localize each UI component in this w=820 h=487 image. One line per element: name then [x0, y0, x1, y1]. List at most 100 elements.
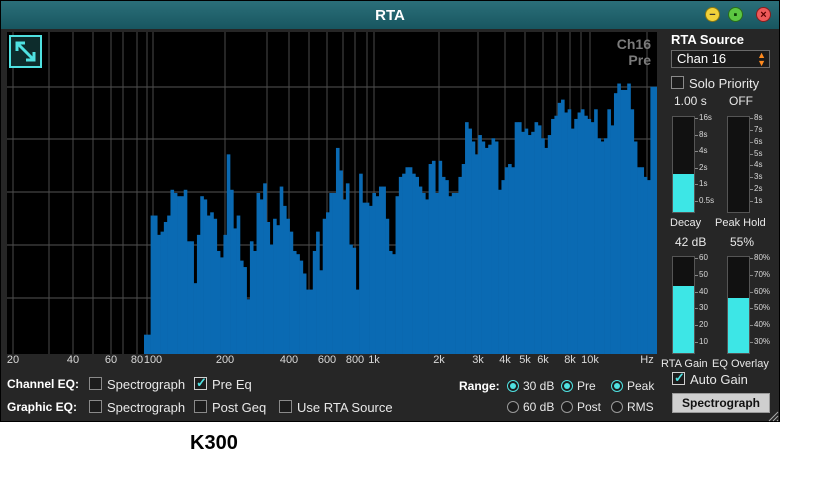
spectrum-bar: [239, 260, 244, 354]
spectrum-bar: [226, 154, 231, 354]
frequency-tick-label: 2k: [433, 354, 445, 366]
range-60db-radio[interactable]: [507, 401, 519, 413]
spectrum-bar: [206, 215, 211, 354]
spectrum-bar: [355, 289, 360, 354]
window-title: RTA: [375, 7, 405, 24]
spectrum-bar: [647, 180, 651, 354]
minimize-button[interactable]: −: [705, 7, 720, 22]
frequency-tick-label: 3k: [472, 354, 484, 366]
eq-overlay-meter-fill: [728, 298, 749, 353]
resize-grip-icon[interactable]: [767, 410, 779, 422]
channel-spectrograph-label: Spectrograph: [107, 377, 186, 392]
pre-eq-label: Pre Eq: [212, 377, 252, 392]
rta-source-label: RTA Source: [671, 32, 744, 47]
restore-button[interactable]: ▪: [728, 7, 743, 22]
spectrum-bar: [345, 183, 350, 354]
range-60db-label: 60 dB: [523, 400, 555, 414]
spectrum-bar: [266, 221, 271, 354]
spectrum-bar: [412, 173, 416, 354]
meter-tick-label: 70%: [754, 269, 771, 279]
spectrum-bar: [514, 122, 519, 354]
meter-tick-mark: [750, 342, 753, 343]
peak-hold-meter[interactable]: [727, 116, 750, 213]
meter-tick-label: 0.5s: [699, 196, 715, 205]
rms-radio[interactable]: [611, 401, 623, 413]
frequency-tick-label: 1k: [368, 354, 380, 366]
meter-tick-mark: [695, 134, 698, 136]
spectrum-bar: [279, 186, 284, 354]
spectrum-bar: [448, 196, 453, 354]
meter-tick-label: 50%: [754, 303, 771, 313]
use-rta-source-checkbox[interactable]: [279, 400, 292, 413]
meter-tick-label: 2s: [754, 184, 763, 194]
meter-tick-label: 8s: [754, 113, 763, 122]
spectrum-bar: [286, 218, 290, 354]
rms-label: RMS: [627, 400, 654, 414]
meter-tick-label: 20: [699, 320, 708, 330]
meter-tick-label: 30%: [754, 337, 771, 346]
spectrum-bar: [577, 112, 582, 354]
frequency-tick-label: 40: [66, 354, 80, 366]
post-radio[interactable]: [561, 401, 573, 413]
expand-icon: [15, 41, 36, 62]
peak-radio[interactable]: [611, 380, 623, 392]
pre-radio[interactable]: [561, 380, 573, 392]
frequency-tick-label: 400: [279, 354, 299, 366]
solo-priority-checkbox[interactable]: [671, 76, 684, 89]
rta-gain-meter[interactable]: [672, 256, 695, 354]
meter-tick-mark: [695, 151, 698, 153]
spectrum-bar: [474, 154, 479, 354]
geq-spectrograph-checkbox[interactable]: [89, 400, 102, 413]
spectrum-bar: [544, 147, 549, 354]
rta-spectrum-plot[interactable]: Ch16 Pre: [7, 32, 657, 354]
title-bar[interactable]: RTA − ▪ ×: [1, 1, 779, 29]
spectrum-bar: [216, 250, 221, 354]
channel-spectrograph-checkbox[interactable]: [89, 377, 102, 390]
spectrograph-button[interactable]: Spectrograph: [672, 393, 770, 413]
spectrum-bar: [584, 115, 588, 354]
expand-button[interactable]: [9, 35, 42, 68]
spectrum-bar: [292, 250, 297, 354]
spectrum-bar: [511, 167, 515, 354]
frequency-tick-label: 100: [143, 354, 163, 366]
meter-tick-label: 40%: [754, 320, 771, 330]
spectrum-bar: [488, 144, 492, 354]
decay-meter[interactable]: [672, 116, 695, 213]
checkmark-icon: ✓: [674, 370, 685, 385]
auto-gain-label: Auto Gain: [690, 372, 748, 387]
spectrum-bar: [369, 205, 373, 354]
spectrum-bar: [249, 241, 254, 354]
close-button[interactable]: ×: [756, 7, 771, 22]
rta-source-value: Chan 16: [677, 51, 727, 66]
spectrum-bar: [445, 180, 449, 354]
rta-gain-meter-fill: [673, 285, 694, 353]
meter-tick-mark: [750, 325, 753, 327]
peak-hold-label: Peak Hold: [715, 217, 766, 229]
auto-gain-checkbox[interactable]: ✓: [672, 370, 685, 385]
range-30db-radio[interactable]: [507, 380, 519, 392]
meter-tick-mark: [695, 325, 698, 327]
rta-source-select[interactable]: Chan 16 ▲ ▼: [671, 50, 770, 68]
spectrum-bar: [326, 212, 330, 354]
meter-tick-label: 4s: [754, 160, 763, 170]
channel-label-channel: Ch16: [616, 36, 651, 52]
spectrum-bar: [246, 299, 251, 354]
spectrum-bar: [561, 99, 565, 354]
select-arrows-icon: ▲ ▼: [757, 50, 766, 68]
pre-eq-checkbox[interactable]: ✓: [194, 375, 207, 390]
spectrum-bar: [309, 289, 314, 354]
spectrum-bar: [230, 189, 234, 354]
eq-overlay-meter[interactable]: [727, 256, 750, 354]
frequency-tick-label: 200: [215, 354, 235, 366]
post-geq-checkbox[interactable]: [194, 400, 207, 413]
meter-tick-mark: [750, 129, 753, 131]
spectrum-bar: [177, 196, 181, 354]
spectrum-bar: [574, 118, 578, 354]
spectrum-bar: [627, 83, 631, 354]
spectrum-bar: [296, 254, 300, 354]
spectrum-bar: [484, 147, 489, 354]
spectrum-bar: [534, 122, 539, 354]
graphic-eq-label: Graphic EQ:: [7, 400, 78, 414]
spectrum-bar: [594, 109, 598, 354]
spectrum-bar: [653, 86, 657, 354]
